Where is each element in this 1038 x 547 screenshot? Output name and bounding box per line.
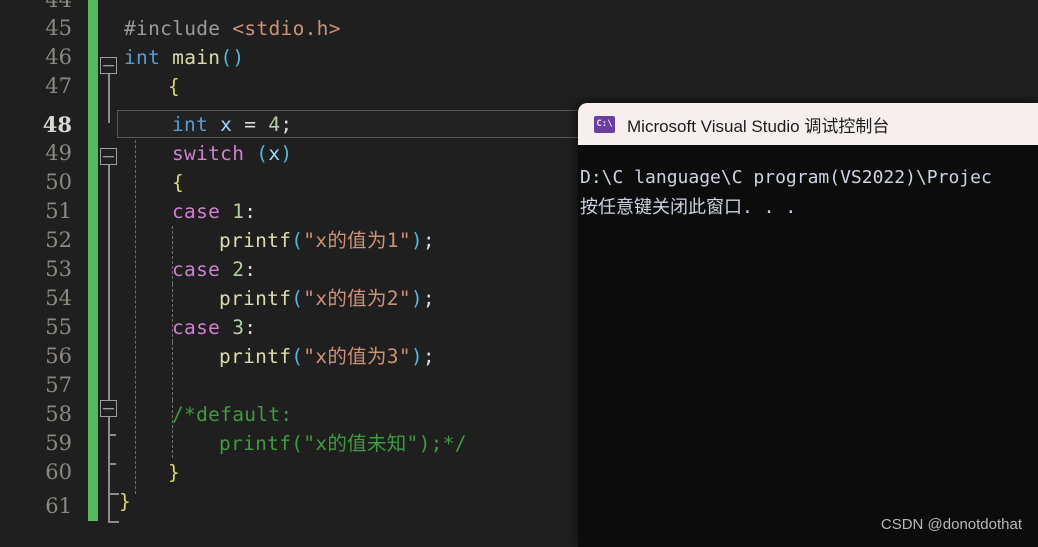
indent-guide-1 (135, 110, 136, 494)
token-keyword-switch: switch (172, 142, 245, 165)
line-number: 51 (45, 199, 72, 223)
line-number: 52 (45, 228, 72, 252)
code-line-56[interactable]: printf("x的值为3"); (219, 342, 435, 371)
line-number: 59 (45, 431, 72, 455)
token-semicolon: ; (280, 113, 293, 136)
watermark: CSDN @donotdothat (880, 516, 1022, 533)
line-number: 47 (45, 74, 72, 98)
token-case-value-3: 3 (232, 316, 245, 339)
change-bar (88, 0, 98, 521)
console-output-line: D:\C language\C program(VS2022)\Projec (580, 167, 992, 188)
line-number: 56 (45, 344, 72, 368)
token-function-printf: printf (219, 229, 292, 252)
line-number: 61 (45, 494, 72, 518)
console-icon-label: C:\ (596, 118, 613, 129)
code-line-59[interactable]: } (168, 458, 180, 487)
token-colon: : (244, 258, 257, 281)
token-function-main: main (172, 46, 221, 69)
token-case-value-1: 1 (232, 200, 245, 223)
token-colon: : (244, 200, 257, 223)
code-line-53[interactable]: case 2: (172, 255, 256, 284)
line-number: 45 (45, 16, 72, 40)
token-paren-open: ( (291, 287, 304, 310)
token-keyword-int: int (172, 113, 209, 136)
token-case-value-2: 2 (232, 258, 245, 281)
token-keyword-case: case (172, 258, 221, 281)
token-string-1: "x的值为1" (303, 229, 411, 252)
code-line-50[interactable]: { (172, 168, 184, 197)
token-preprocessor: #include (124, 17, 221, 40)
code-line-48[interactable]: int x = 4; (172, 110, 292, 139)
token-semicolon: ; (422, 345, 435, 368)
line-number: 49 (45, 141, 72, 165)
token-paren-close: ) (410, 287, 423, 310)
fold-toggle-main[interactable] (100, 57, 117, 74)
token-paren-close: ) (410, 345, 423, 368)
code-line-58[interactable]: printf("x的值未知");*/ (219, 429, 467, 458)
console-title-text: Microsoft Visual Studio 调试控制台 (627, 116, 890, 136)
line-number: 54 (45, 286, 72, 310)
token-equals: = (244, 113, 257, 136)
code-line-52[interactable]: printf("x的值为1"); (219, 226, 435, 255)
debug-console-window[interactable]: C:\ Microsoft Visual Studio 调试控制台 D:\C l… (578, 103, 1038, 547)
token-paren-open: ( (291, 345, 304, 368)
token-semicolon: ; (422, 229, 435, 252)
line-number: 50 (45, 170, 72, 194)
line-number: 58 (45, 402, 72, 426)
token-identifier-x: x (220, 113, 233, 136)
line-number: 44 (45, 0, 72, 12)
token-semicolon: ; (422, 287, 435, 310)
code-line-55[interactable]: case 3: (172, 313, 256, 342)
outline-rail-main (108, 72, 110, 123)
token-brace-close: } (168, 461, 181, 484)
token-paren-close: ) (410, 229, 423, 252)
code-line-45[interactable]: #include <stdio.h> (124, 14, 341, 43)
token-colon: : (244, 316, 257, 339)
code-line-54[interactable]: printf("x的值为2"); (219, 284, 435, 313)
code-line-51[interactable]: case 1: (172, 197, 256, 226)
line-number: 60 (45, 460, 72, 484)
token-paren-open: ( (256, 142, 269, 165)
code-line-60[interactable]: } (119, 487, 131, 516)
line-number: 46 (45, 45, 72, 69)
token-number-4: 4 (268, 113, 281, 136)
token-keyword-int: int (124, 46, 161, 69)
token-brace-open: { (172, 171, 185, 194)
code-line-57[interactable]: /*default: (172, 400, 292, 429)
token-function-printf: printf (219, 287, 292, 310)
token-brace-close: } (119, 490, 132, 513)
code-line-49[interactable]: switch (x) (172, 139, 292, 168)
console-icon: C:\ (594, 115, 615, 133)
line-number-current: 48 (42, 112, 72, 137)
console-title-bar[interactable]: C:\ Microsoft Visual Studio 调试控制台 (578, 103, 1038, 145)
console-output[interactable]: D:\C language\C program(VS2022)\Projec 按… (578, 145, 1038, 223)
fold-toggle-comment[interactable] (100, 400, 117, 417)
token-paren-open: ( (291, 229, 304, 252)
code-line-47[interactable]: { (168, 72, 180, 101)
code-line-46[interactable]: int main() (124, 43, 244, 72)
outline-rail-switch (108, 165, 110, 401)
console-output-line: 按任意键关闭此窗口. . . (580, 197, 797, 218)
line-number: 57 (45, 373, 72, 397)
token-keyword-case: case (172, 200, 221, 223)
outline-bracket-main (108, 463, 119, 523)
token-keyword-case: case (172, 316, 221, 339)
outline-tick-a (108, 434, 116, 436)
token-string-3: "x的值为3" (303, 345, 411, 368)
line-number: 55 (45, 315, 72, 339)
indent-guide-4 (172, 342, 173, 400)
fold-toggle-switch[interactable] (100, 148, 117, 165)
token-function-printf: printf (219, 345, 292, 368)
line-number: 53 (45, 257, 72, 281)
token-string-2: "x的值为2" (303, 287, 411, 310)
token-header: <stdio.h> (232, 17, 341, 40)
token-brace-open: { (168, 75, 181, 98)
token-parens: () (220, 46, 245, 69)
token-paren-close: ) (280, 142, 293, 165)
token-identifier-x: x (268, 142, 281, 165)
